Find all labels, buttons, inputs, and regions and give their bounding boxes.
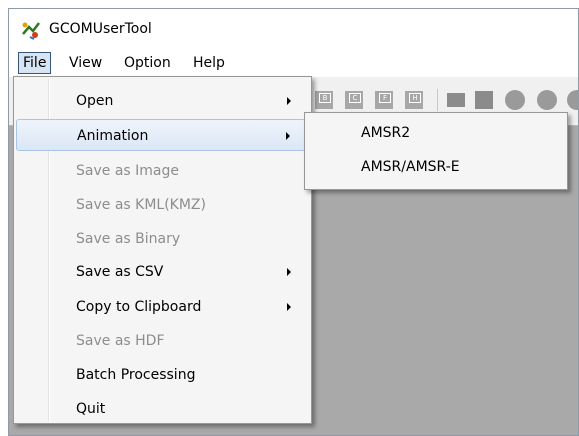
submenu-item-amsr2[interactable]: AMSR2 [307, 117, 565, 149]
b-icon: B [319, 93, 331, 103]
submenu-item-amsr-amsr-e[interactable]: AMSR/AMSR-E [307, 151, 565, 183]
menu-item-label: Save as HDF [76, 333, 165, 349]
menu-item-label: Save as KML(KMZ) [76, 197, 206, 213]
toolbar-button-c[interactable]: C [345, 91, 363, 109]
menu-item-label: Open [76, 93, 114, 109]
toolbar-button-b[interactable]: B [315, 91, 333, 109]
menu-item-copy-to-clipboard[interactable]: Copy to Clipboard [16, 291, 309, 323]
menu-item-save-as-binary: Save as Binary [16, 223, 309, 255]
c-icon: C [349, 93, 361, 103]
toolbar-button-h[interactable]: H [405, 91, 423, 109]
submenu-item-label: AMSR2 [361, 125, 411, 141]
menu-item-animation[interactable]: Animation [16, 119, 309, 151]
file-dropdown-menu: Open Animation Save as Image Save as KML… [13, 76, 312, 424]
menu-item-label: Save as Binary [76, 231, 181, 247]
menu-item-label: Quit [76, 401, 106, 417]
window-title: GCOMUserTool [49, 21, 152, 37]
square-tool-icon[interactable] [475, 91, 493, 109]
menu-option[interactable]: Option [124, 55, 171, 71]
circle-fill-tool-icon[interactable] [537, 90, 557, 110]
app-logo-icon [22, 22, 40, 40]
circle-tool-icon[interactable] [505, 90, 525, 110]
menu-bar: File View Option Help [9, 49, 578, 77]
menu-item-label: Copy to Clipboard [76, 299, 202, 315]
menu-item-quit[interactable]: Quit [16, 393, 309, 425]
submenu-arrow-icon [286, 132, 290, 140]
toolbar-separator [437, 89, 438, 111]
menu-help[interactable]: Help [193, 55, 225, 71]
menu-item-save-as-kml: Save as KML(KMZ) [16, 189, 309, 221]
menu-item-batch-processing[interactable]: Batch Processing [16, 359, 309, 391]
menu-file[interactable]: File [18, 52, 52, 74]
submenu-item-label: AMSR/AMSR-E [361, 159, 460, 175]
toolbar-button-f[interactable]: F [375, 91, 393, 109]
circle-extra-tool-icon[interactable] [567, 90, 578, 110]
rectangle-tool-icon[interactable] [447, 93, 465, 107]
menu-item-save-as-hdf: Save as HDF [16, 325, 309, 357]
menu-item-label: Save as CSV [76, 264, 164, 280]
submenu-arrow-icon [287, 268, 291, 276]
title-bar: GCOMUserTool [9, 9, 578, 49]
menu-item-save-as-image: Save as Image [16, 155, 309, 187]
f-icon: F [379, 93, 391, 103]
submenu-arrow-icon [287, 303, 291, 311]
submenu-arrow-icon [287, 97, 291, 105]
menu-view[interactable]: View [69, 55, 102, 71]
h-icon: H [409, 93, 421, 103]
menu-item-save-as-csv[interactable]: Save as CSV [16, 256, 309, 288]
menu-item-label: Animation [77, 128, 149, 144]
menu-item-label: Save as Image [76, 163, 179, 179]
animation-submenu: AMSR2 AMSR/AMSR-E [304, 112, 568, 190]
menu-item-open[interactable]: Open [16, 85, 309, 117]
menu-item-label: Batch Processing [76, 367, 196, 383]
